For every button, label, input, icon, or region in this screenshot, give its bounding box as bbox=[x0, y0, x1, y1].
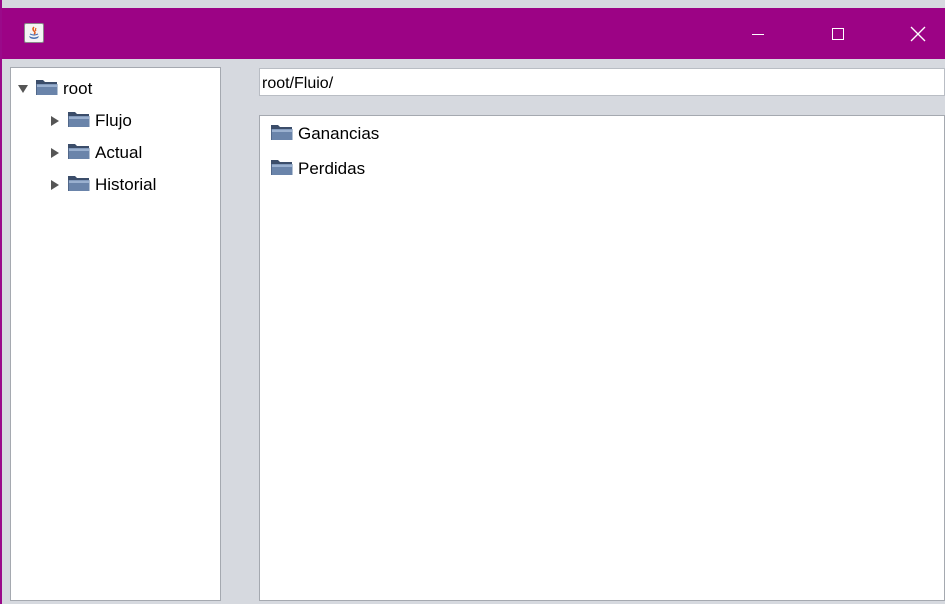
folder-tree[interactable]: root Flujo Actual Historial bbox=[10, 67, 221, 601]
expand-arrow-icon[interactable] bbox=[48, 114, 62, 128]
folder-icon bbox=[270, 157, 294, 182]
app-window: root Flujo Actual Historial root/Fluio/ … bbox=[0, 0, 945, 604]
close-icon bbox=[910, 26, 926, 41]
tree-node-label: Historial bbox=[95, 175, 157, 194]
list-item-label: Ganancias bbox=[298, 124, 380, 143]
title-bar[interactable] bbox=[2, 8, 945, 59]
tree-node-label: Actual bbox=[95, 143, 143, 162]
folder-contents-list[interactable]: Ganancias Perdidas bbox=[259, 115, 945, 601]
path-input[interactable] bbox=[259, 68, 945, 96]
tree-node-label: root bbox=[63, 79, 93, 98]
list-item-label: Perdidas bbox=[298, 159, 366, 178]
java-icon[interactable] bbox=[24, 23, 44, 43]
close-button[interactable] bbox=[895, 8, 941, 59]
folder-icon bbox=[270, 122, 294, 147]
expand-arrow-icon[interactable] bbox=[48, 146, 62, 160]
tree-node-label: Flujo bbox=[95, 111, 132, 130]
maximize-button[interactable] bbox=[815, 8, 861, 59]
collapse-arrow-icon[interactable] bbox=[16, 82, 30, 96]
folder-icon bbox=[67, 109, 91, 134]
minimize-icon bbox=[752, 33, 764, 35]
list-item[interactable]: Ganancias bbox=[270, 120, 379, 148]
expand-arrow-icon[interactable] bbox=[48, 178, 62, 192]
folder-icon bbox=[35, 77, 59, 102]
maximize-icon bbox=[832, 27, 844, 40]
tree-node-actual[interactable]: Actual bbox=[48, 140, 142, 166]
tree-node-root[interactable]: root bbox=[16, 76, 92, 102]
tree-node-historial[interactable]: Historial bbox=[48, 172, 156, 198]
folder-icon bbox=[67, 173, 91, 198]
list-item[interactable]: Perdidas bbox=[270, 155, 365, 183]
folder-icon bbox=[67, 141, 91, 166]
minimize-button[interactable] bbox=[735, 8, 781, 59]
tree-node-flujo[interactable]: Flujo bbox=[48, 108, 132, 134]
